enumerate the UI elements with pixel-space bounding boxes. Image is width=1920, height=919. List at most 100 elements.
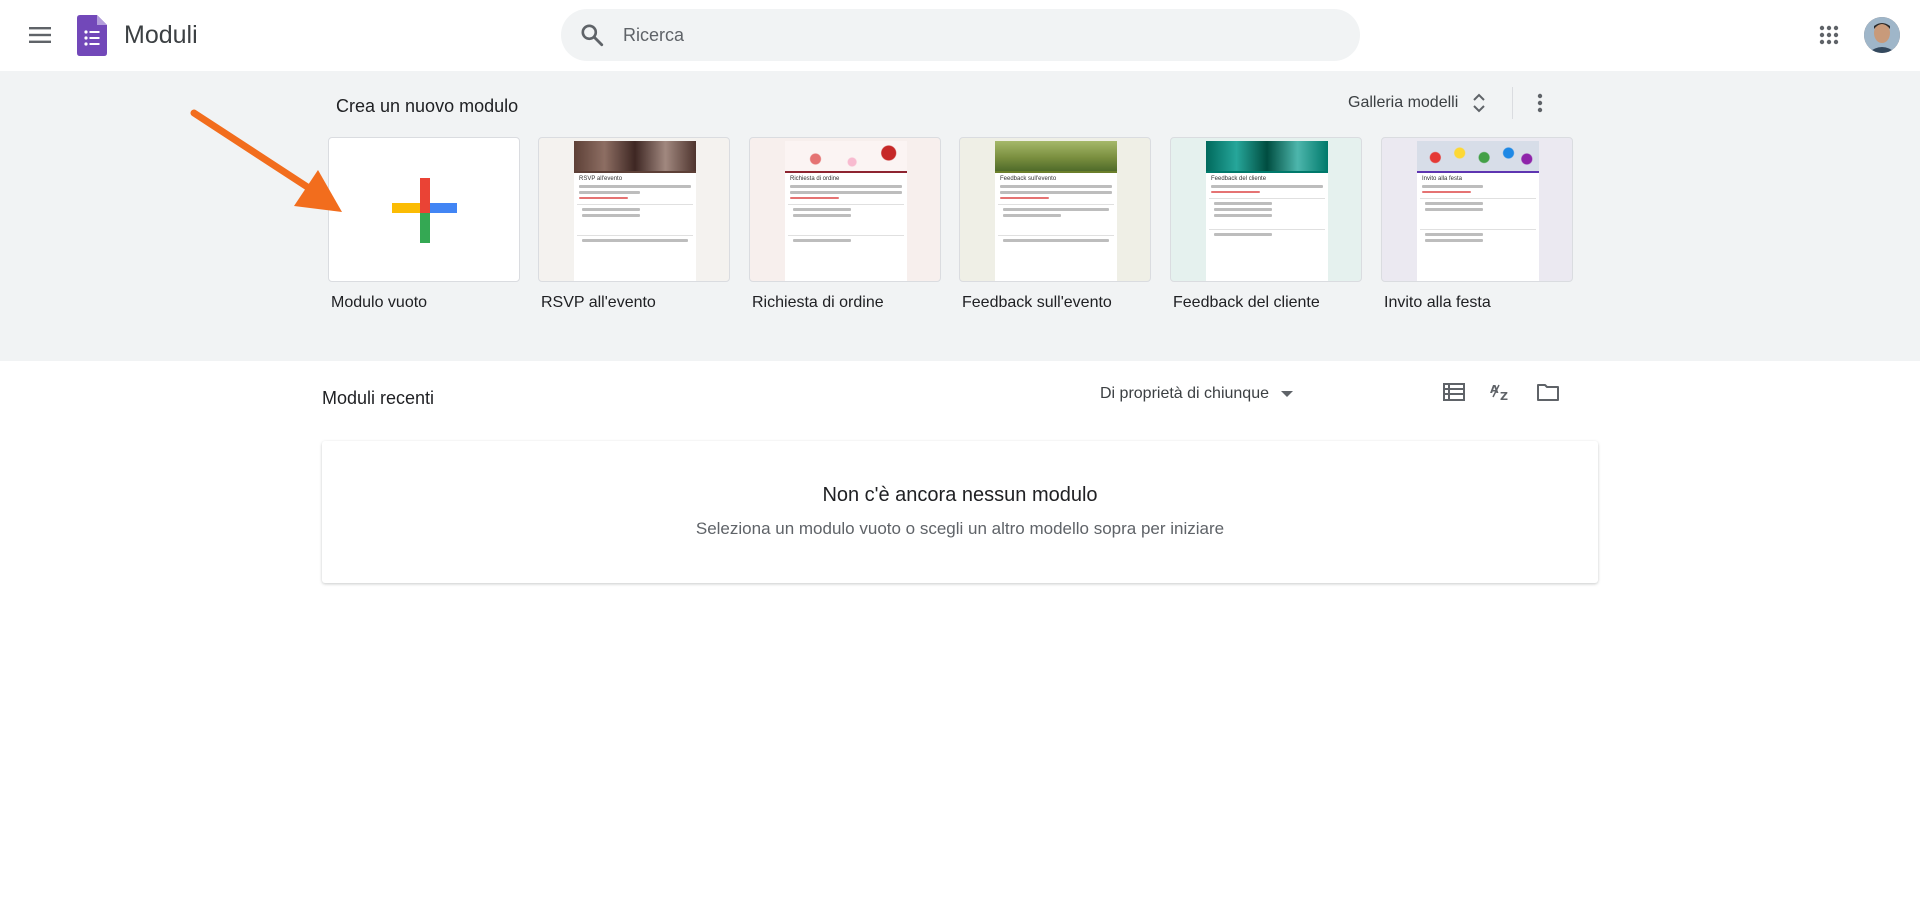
thumbnail-preview: Feedback sull'evento (995, 141, 1117, 281)
annotation-arrow-icon (190, 109, 342, 212)
thumbnail-card (577, 204, 693, 230)
svg-text:Z: Z (1500, 390, 1508, 403)
dropdown-arrow-icon (1281, 391, 1293, 397)
thumbnail-line (1000, 185, 1112, 188)
thumbnail-line (1214, 233, 1272, 236)
template-gallery-label: Galleria modelli (1348, 94, 1459, 111)
recent-forms-title: Moduli recenti (322, 388, 435, 408)
thumbnail-line (1425, 202, 1483, 205)
thumbnail-line (1003, 208, 1109, 211)
owner-filter-label: Di proprietà di chiunque (1100, 385, 1269, 402)
thumbnail-line (1422, 185, 1483, 188)
template-rsvp[interactable]: RSVP all'evento RSVP all'evento (538, 137, 730, 312)
thumbnail-preview: Feedback del cliente (1206, 141, 1328, 281)
thumbnail-line (793, 208, 851, 211)
template-gallery-button[interactable]: Galleria modelli (1338, 85, 1496, 121)
thumbnail-header-image (785, 141, 907, 171)
thumbnail-line (793, 214, 851, 217)
divider (1512, 87, 1513, 119)
template-thumbnail[interactable]: RSVP all'evento (538, 137, 730, 282)
template-party-invite[interactable]: Invito alla festa Invito alla festa (1381, 137, 1573, 312)
thumbnail-line (1425, 233, 1483, 236)
thumbnail-preview: RSVP all'evento (574, 141, 696, 281)
thumbnail-title: RSVP all'evento (579, 176, 623, 182)
template-label[interactable]: Feedback sull'evento (959, 294, 1151, 312)
thumbnail-line (582, 239, 688, 242)
thumbnail-preview: Invito alla festa (1417, 141, 1539, 281)
template-label[interactable]: Invito alla festa (1381, 294, 1573, 312)
search-input[interactable] (623, 9, 1323, 61)
template-thumbnail[interactable]: Richiesta di ordine (749, 137, 941, 282)
plus-icon (392, 178, 457, 243)
thumbnail-card (998, 235, 1114, 261)
thumbnail-title: Richiesta di ordine (790, 176, 840, 182)
template-label[interactable]: Feedback del cliente (1170, 294, 1362, 312)
thumbnail-card (1209, 229, 1325, 255)
thumbnail-line (1425, 239, 1483, 242)
google-apps-icon[interactable] (1811, 17, 1847, 53)
thumbnail-card (788, 204, 904, 230)
empty-state-subtitle: Seleziona un modulo vuoto o scegli un al… (695, 519, 1225, 538)
thumbnail-line (790, 197, 839, 199)
thumbnail-line (1000, 191, 1112, 194)
thumbnail-preview: Richiesta di ordine (785, 141, 907, 281)
template-customer-feedback[interactable]: Feedback del cliente Feedback del client… (1170, 137, 1362, 312)
thumbnail-line (582, 208, 640, 211)
template-order-request[interactable]: Richiesta di ordine Richiesta di ordine (749, 137, 941, 312)
section-title: Crea un nuovo modulo (336, 96, 519, 116)
top-app-bar: Moduli (0, 0, 1920, 71)
thumbnail-title: Feedback del cliente (1211, 176, 1267, 182)
thumbnail-line (1214, 208, 1272, 211)
template-event-feedback[interactable]: Feedback sull'evento Feedback sull'event… (959, 137, 1151, 312)
thumbnail-header-image (574, 141, 696, 171)
template-label[interactable]: Modulo vuoto (328, 294, 520, 312)
thumbnail-title: Invito alla festa (1422, 176, 1463, 182)
thumbnail-line (1211, 185, 1323, 188)
account-avatar[interactable] (1864, 17, 1900, 53)
thumbnail-header-image (1417, 141, 1539, 171)
thumbnail-line (1211, 191, 1260, 193)
thumbnail-line (1214, 202, 1272, 205)
thumbnail-line (579, 185, 691, 188)
thumbnail-card (1420, 198, 1536, 224)
template-thumbnail[interactable] (328, 137, 520, 282)
thumbnail-header-image (1206, 141, 1328, 171)
thumbnail-line (1003, 214, 1061, 217)
thumbnail-line (579, 197, 628, 199)
thumbnail-line (1425, 208, 1483, 211)
search-icon[interactable] (579, 22, 605, 48)
template-label[interactable]: Richiesta di ordine (749, 294, 941, 312)
thumbnail-line (579, 191, 640, 194)
thumbnail-card (1420, 229, 1536, 255)
thumbnail-card (788, 235, 904, 261)
thumbnail-card (1209, 198, 1325, 224)
template-thumbnail[interactable]: Invito alla festa (1381, 137, 1573, 282)
template-blank[interactable]: Modulo vuoto (328, 137, 520, 312)
forms-logo-icon[interactable] (77, 15, 107, 56)
thumbnail-line (1214, 214, 1272, 217)
thumbnail-line (1422, 191, 1471, 193)
template-label[interactable]: RSVP all'evento (538, 294, 730, 312)
thumbnail-line (790, 191, 902, 194)
search-bar[interactable] (561, 9, 1360, 61)
thumbnail-header-image (995, 141, 1117, 171)
thumbnail-line (790, 185, 902, 188)
app-title[interactable]: Moduli (124, 20, 198, 50)
empty-state-card: Non c'è ancora nessun modulo Seleziona u… (322, 441, 1598, 583)
unfold-icon (1473, 93, 1485, 113)
thumbnail-line (1003, 239, 1109, 242)
thumbnail-line (582, 214, 640, 217)
template-thumbnail[interactable]: Feedback sull'evento (959, 137, 1151, 282)
owner-filter-dropdown[interactable]: Di proprietà di chiunque (1092, 376, 1301, 412)
folder-icon[interactable] (1530, 374, 1566, 410)
thumbnail-card (998, 204, 1114, 230)
main-menu-icon[interactable] (22, 17, 58, 53)
thumbnail-line (793, 239, 851, 242)
sort-az-icon[interactable]: A Z (1483, 374, 1519, 410)
more-options-icon[interactable] (1522, 85, 1558, 121)
thumbnail-card (577, 235, 693, 261)
thumbnail-line (1000, 197, 1049, 199)
template-thumbnail[interactable]: Feedback del cliente (1170, 137, 1362, 282)
empty-state-title: Non c'è ancora nessun modulo (822, 484, 1098, 506)
list-view-icon[interactable] (1436, 374, 1472, 410)
